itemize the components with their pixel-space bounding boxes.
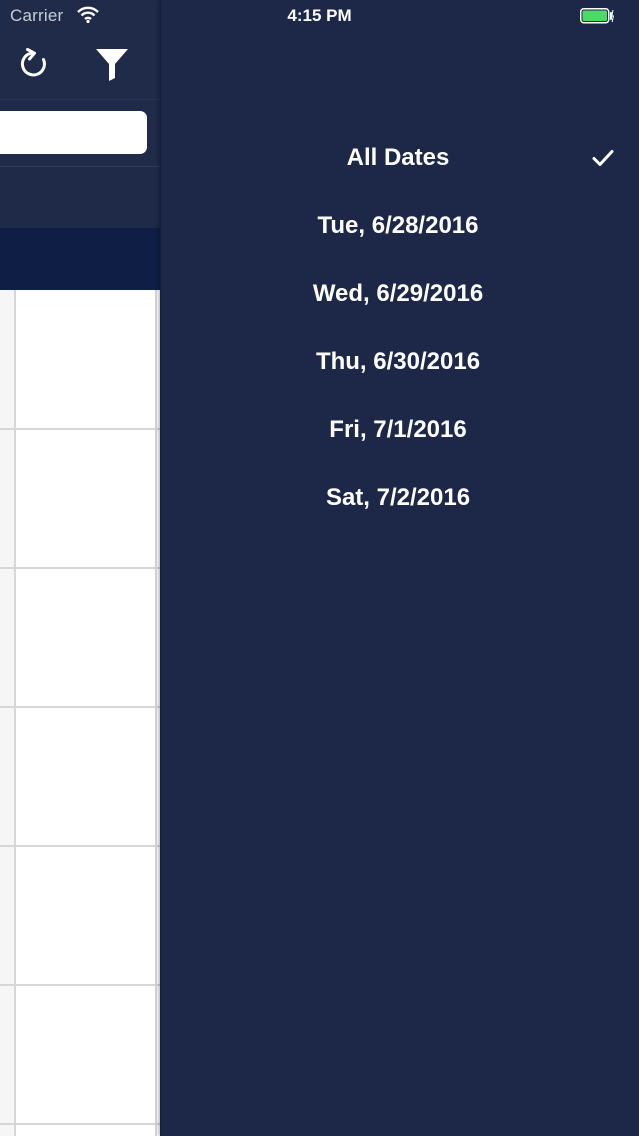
date-filter-label: All Dates — [346, 144, 450, 171]
date-filter-label: Sat, 7/2/2016 — [325, 484, 471, 511]
grid-divider — [14, 290, 16, 1136]
grid-divider — [0, 984, 160, 986]
main-content-panel — [0, 0, 160, 1136]
checkmark-icon — [592, 150, 614, 166]
date-filter-label: Fri, 7/1/2016 — [329, 416, 467, 443]
date-filter-label: Wed, 6/29/2016 — [312, 280, 484, 307]
date-filter-item-thu[interactable]: Thu, 6/30/2016 — [161, 328, 639, 396]
grid-divider — [0, 1123, 160, 1125]
filter-button[interactable] — [92, 44, 132, 84]
grid-divider — [0, 428, 160, 430]
date-filter-item-sat[interactable]: Sat, 7/2/2016 — [161, 464, 639, 532]
grid-divider — [155, 290, 157, 1136]
grid-divider — [0, 706, 160, 708]
date-filter-list: All Dates Tue, 6/28/2016 Wed, 6/29/2016 … — [161, 124, 639, 532]
grid-divider — [0, 567, 160, 569]
status-time: 4:15 PM — [287, 6, 352, 25]
grid-time-column — [0, 290, 14, 1136]
sub-toolbar — [0, 167, 160, 228]
search-input[interactable] — [0, 111, 147, 154]
date-filter-item-wed[interactable]: Wed, 6/29/2016 — [161, 260, 639, 328]
battery-icon — [580, 8, 614, 24]
date-filter-label: Thu, 6/30/2016 — [315, 348, 481, 375]
status-bar: Carrier 4:15 PM — [0, 0, 639, 34]
date-filter-drawer: All Dates Tue, 6/28/2016 Wed, 6/29/2016 … — [161, 0, 639, 1136]
date-filter-label: Tue, 6/28/2016 — [317, 212, 479, 239]
app-screen: All Dates Tue, 6/28/2016 Wed, 6/29/2016 … — [0, 0, 639, 1136]
navbar-divider — [0, 99, 160, 100]
refresh-button[interactable] — [16, 44, 54, 84]
date-filter-item-tue[interactable]: Tue, 6/28/2016 — [161, 192, 639, 260]
schedule-grid[interactable] — [0, 290, 160, 1136]
date-filter-item-fri[interactable]: Fri, 7/1/2016 — [161, 396, 639, 464]
column-header-bar — [0, 228, 160, 290]
date-filter-item-all-dates[interactable]: All Dates — [161, 124, 639, 192]
grid-divider — [0, 845, 160, 847]
filter-icon — [96, 49, 128, 81]
refresh-icon — [21, 48, 46, 77]
